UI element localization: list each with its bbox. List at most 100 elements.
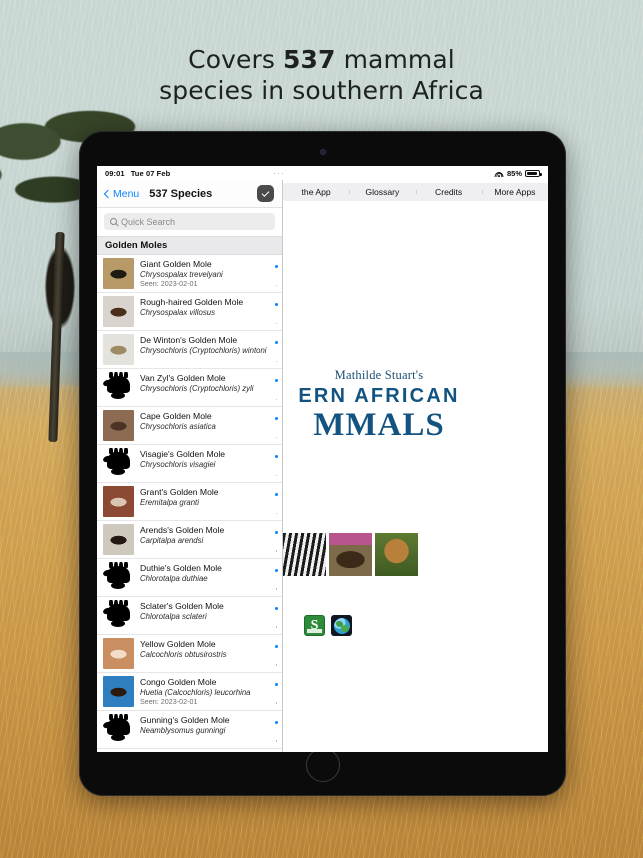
index-dot[interactable]	[275, 302, 278, 306]
index-dot[interactable]	[275, 568, 278, 572]
species-rows: Giant Golden Mole Chrysospalax trevelyani…	[97, 255, 282, 752]
back-button[interactable]: Menu	[103, 188, 139, 200]
checkmark-button[interactable]	[257, 185, 274, 202]
species-row[interactable]: Rough-haired Golden Mole Chrysospalax vil…	[97, 293, 282, 331]
species-row[interactable]: Gunning's Golden Mole Neamblysomus gunnin…	[97, 711, 282, 749]
species-row-text: Grant's Golden Mole Eremitalpa granti	[140, 486, 282, 517]
index-dot[interactable]	[275, 416, 278, 420]
species-common-name: Cape Golden Mole	[140, 411, 212, 421]
cover-title-line-2: MMALS	[313, 407, 445, 443]
multitask-handle[interactable]: ···	[273, 169, 285, 178]
index-dot[interactable]	[275, 284, 278, 287]
index-dot[interactable]	[275, 512, 278, 515]
species-row-text: Cape Golden Mole Chrysochloris asiatica	[140, 410, 282, 441]
species-scientific-name: Calcochloris obtusirostris	[140, 649, 227, 659]
tablet-device-frame: 09:01 Tue 07 Feb ··· 85% Menu 537 Specie…	[79, 131, 566, 796]
index-dot[interactable]	[275, 474, 278, 477]
index-dot[interactable]	[275, 360, 278, 363]
species-common-name: De Winton's Golden Mole	[140, 335, 238, 345]
index-dot[interactable]	[275, 606, 278, 610]
species-common-name: Congo Golden Mole	[140, 677, 217, 687]
finger	[114, 372, 118, 381]
species-thumbnail	[103, 676, 134, 707]
checkmark-icon	[261, 188, 270, 197]
species-row-text: Congo Golden Mole Huetia (Calcochloris) l…	[140, 676, 282, 707]
species-row[interactable]: Cape Golden Mole Chrysochloris asiatica	[97, 407, 282, 445]
index-dot[interactable]	[275, 436, 278, 439]
index-dot[interactable]	[275, 588, 278, 591]
species-row[interactable]: Grant's Golden Mole Eremitalpa granti	[97, 483, 282, 521]
index-dot[interactable]	[275, 740, 278, 742]
search-input[interactable]: Quick Search	[104, 213, 275, 230]
species-scientific-name: Chlorotalpa sclateri	[140, 611, 207, 621]
index-dot[interactable]	[275, 682, 278, 686]
finger	[114, 562, 118, 571]
species-common-name: Yellow Golden Mole	[140, 639, 216, 649]
section-index-scrubber[interactable]	[273, 259, 280, 748]
species-row[interactable]: Arends's Golden Mole Carpitalpa arendsi	[97, 521, 282, 559]
headline-line-2: species in southern Africa	[159, 76, 484, 105]
species-row[interactable]: De Winton's Golden Mole Chrysochloris (Cr…	[97, 331, 282, 369]
species-list-pane: Menu 537 Species Quick Search Golden Mol…	[97, 180, 283, 752]
status-bar-left: 09:01 Tue 07 Feb	[105, 169, 170, 178]
index-dot[interactable]	[275, 398, 278, 401]
species-row[interactable]: Van Zyl's Golden Mole Chrysochloris (Cryp…	[97, 369, 282, 407]
headline-line-1: Covers 537 mammal	[0, 44, 643, 75]
headline-pre: Covers	[188, 45, 284, 74]
species-row[interactable]: Congo Golden Mole Huetia (Calcochloris) l…	[97, 673, 282, 711]
cover-photo-strip	[283, 533, 418, 576]
headline-count: 537	[283, 45, 336, 74]
publisher-logos: S	[304, 615, 352, 636]
species-common-name: Rough-haired Golden Mole	[140, 297, 244, 307]
species-list[interactable]: Giant Golden Mole Chrysospalax trevelyani…	[97, 255, 282, 752]
tab-bar: the App Glossary Credits More Apps	[283, 183, 548, 201]
tablet-screen: 09:01 Tue 07 Feb ··· 85% Menu 537 Specie…	[97, 166, 548, 752]
index-dot[interactable]	[275, 492, 278, 496]
status-time: 09:01	[105, 168, 125, 178]
tab-credits[interactable]: Credits	[415, 187, 482, 197]
status-date: Tue 07 Feb	[130, 168, 171, 178]
index-dot[interactable]	[275, 454, 278, 458]
species-row[interactable]: Sclater's Golden Mole Chlorotalpa sclater…	[97, 597, 282, 635]
species-row[interactable]: Yellow Golden Mole Calcochloris obtusiros…	[97, 635, 282, 673]
paw-placeholder-icon	[103, 448, 134, 479]
paw-placeholder-icon	[103, 372, 134, 403]
species-row[interactable]: Visagie's Golden Mole Chrysochloris visag…	[97, 445, 282, 483]
tab-the-app[interactable]: the App	[283, 187, 349, 197]
hand-silhouette	[107, 600, 130, 621]
index-dot[interactable]	[275, 340, 278, 344]
paw-pad	[111, 392, 125, 399]
paw-pad	[111, 468, 125, 475]
globe-icon	[333, 617, 350, 634]
index-dot[interactable]	[275, 720, 278, 724]
home-button[interactable]	[305, 748, 340, 782]
index-dot[interactable]	[275, 664, 278, 666]
species-row[interactable]: Duthie's Golden Mole Chlorotalpa duthiae	[97, 559, 282, 597]
paw-placeholder-icon	[103, 714, 134, 745]
struik-nature-logo[interactable]: S	[304, 615, 325, 636]
species-thumbnail	[103, 410, 134, 441]
page-headline: Covers 537 mammal species in southern Af…	[0, 44, 643, 106]
species-scientific-name: Chlorotalpa duthiae	[140, 573, 208, 583]
index-dot[interactable]	[275, 626, 278, 628]
tab-more-apps[interactable]: More Apps	[481, 187, 548, 197]
porcupine-photo	[329, 533, 372, 576]
species-row-text: Giant Golden Mole Chrysospalax trevelyani…	[140, 258, 282, 289]
species-row-text: Visagie's Golden Mole Chrysochloris visag…	[140, 448, 282, 479]
finger	[109, 600, 113, 606]
species-seen-date: Seen: 2023-02-01	[140, 697, 198, 707]
tab-glossary[interactable]: Glossary	[349, 187, 415, 197]
index-dot[interactable]	[275, 550, 278, 553]
index-dot[interactable]	[275, 702, 278, 704]
hand-silhouette	[107, 448, 130, 469]
species-thumbnail	[103, 258, 134, 289]
index-dot[interactable]	[275, 644, 278, 648]
index-dot[interactable]	[275, 265, 278, 268]
globe-logo[interactable]	[331, 615, 352, 636]
species-row[interactable]: Giant Golden Mole Chrysospalax trevelyani…	[97, 255, 282, 293]
species-row[interactable]: Juliana's Golden MoleNeamblysomus julian…	[97, 749, 282, 752]
index-dot[interactable]	[275, 378, 278, 382]
finger	[119, 372, 123, 381]
index-dot[interactable]	[275, 322, 278, 325]
index-dot[interactable]	[275, 530, 278, 534]
